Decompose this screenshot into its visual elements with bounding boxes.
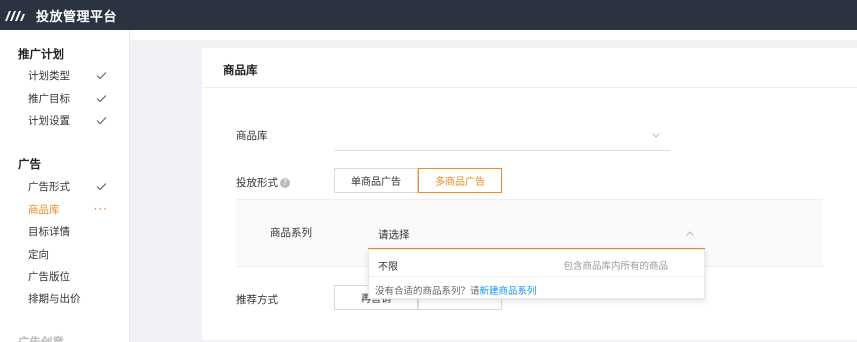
multi-product-ad-button[interactable]: 多商品广告 [418,168,502,193]
check-icon [94,179,108,193]
sidebar-item-plan-settings[interactable]: 计划设置 [28,111,108,129]
product-series-select[interactable]: 请选择 [368,220,705,249]
option-description: 包含商品库内所有的商品 [563,261,668,272]
help-icon[interactable]: ? [280,178,290,188]
option-label: 不限 [378,262,398,273]
sidebar-item-label: 排期与出价 [28,292,81,305]
sidebar-group-campaign: 推广计划 [18,47,64,61]
dropdown-footer: 没有合适的商品系列？请新建商品系列 [375,283,537,297]
check-icon [94,113,108,127]
sidebar-item-label: 计划类型 [28,69,70,82]
chevron-up-icon [685,229,695,239]
sidebar-item-ad-format[interactable]: 广告形式 [28,177,108,195]
sidebar-item-target-details[interactable]: 目标详情 [28,222,108,240]
sidebar-item-product-library[interactable]: 商品库 ··· [28,200,108,218]
sidebar-item-plan-type[interactable]: 计划类型 [28,66,108,84]
create-product-series-link[interactable]: 新建商品系列 [480,286,537,297]
sidebar-item-label: 定向 [28,248,49,261]
previous-card-bottom [130,30,857,40]
single-product-ad-button[interactable]: 单商品广告 [334,168,418,193]
sidebar-item-targeting[interactable]: 定向 [28,245,108,263]
card-header: 商品库 [202,48,857,88]
chevron-down-icon [651,130,661,140]
sidebar-group-creative: 广告创意 [18,335,64,342]
product-series-label: 商品系列 [270,227,312,239]
sidebar-item-promo-goal[interactable]: 推广目标 [28,89,108,107]
sidebar-item-schedule-bid[interactable]: 排期与出价 [28,289,108,307]
sidebar-item-label: 推广目标 [28,92,70,105]
sidebar-item-label: 商品库 [28,203,60,216]
product-library-select[interactable] [334,121,670,151]
sidebar-item-label: 计划设置 [28,114,70,127]
sidebar-group-ad: 广告 [18,157,41,171]
recommend-method-label: 推荐方式 [236,294,278,306]
check-icon [94,91,108,105]
sidebar: 推广计划 计划类型 推广目标 计划设置 广告 广告形式 商品库 ··· 目标详情… [0,30,130,342]
check-icon [94,68,108,82]
dropdown-footer-text: 没有合适的商品系列？请 [375,286,480,297]
sidebar-item-label: 广告形式 [28,180,70,193]
card-gap [130,40,857,48]
ad-format-label-text: 投放形式 [236,177,278,189]
top-bar: 投放管理平台 [0,0,857,30]
in-progress-icon: ··· [93,202,108,216]
product-series-placeholder: 请选择 [378,229,410,241]
ad-format-label: 投放形式? [236,175,290,190]
logo-icon [4,8,26,22]
dropdown-option-unlimited[interactable]: 不限 包含商品库内所有的商品 [369,250,704,277]
product-library-label: 商品库 [236,130,268,142]
app-title: 投放管理平台 [36,9,118,25]
product-series-dropdown: 不限 包含商品库内所有的商品 没有合适的商品系列？请新建商品系列 [368,249,705,299]
sidebar-item-placements[interactable]: 广告版位 [28,267,108,285]
sidebar-item-label: 目标详情 [28,225,70,238]
card-title: 商品库 [223,63,258,77]
sidebar-item-label: 广告版位 [28,270,70,283]
